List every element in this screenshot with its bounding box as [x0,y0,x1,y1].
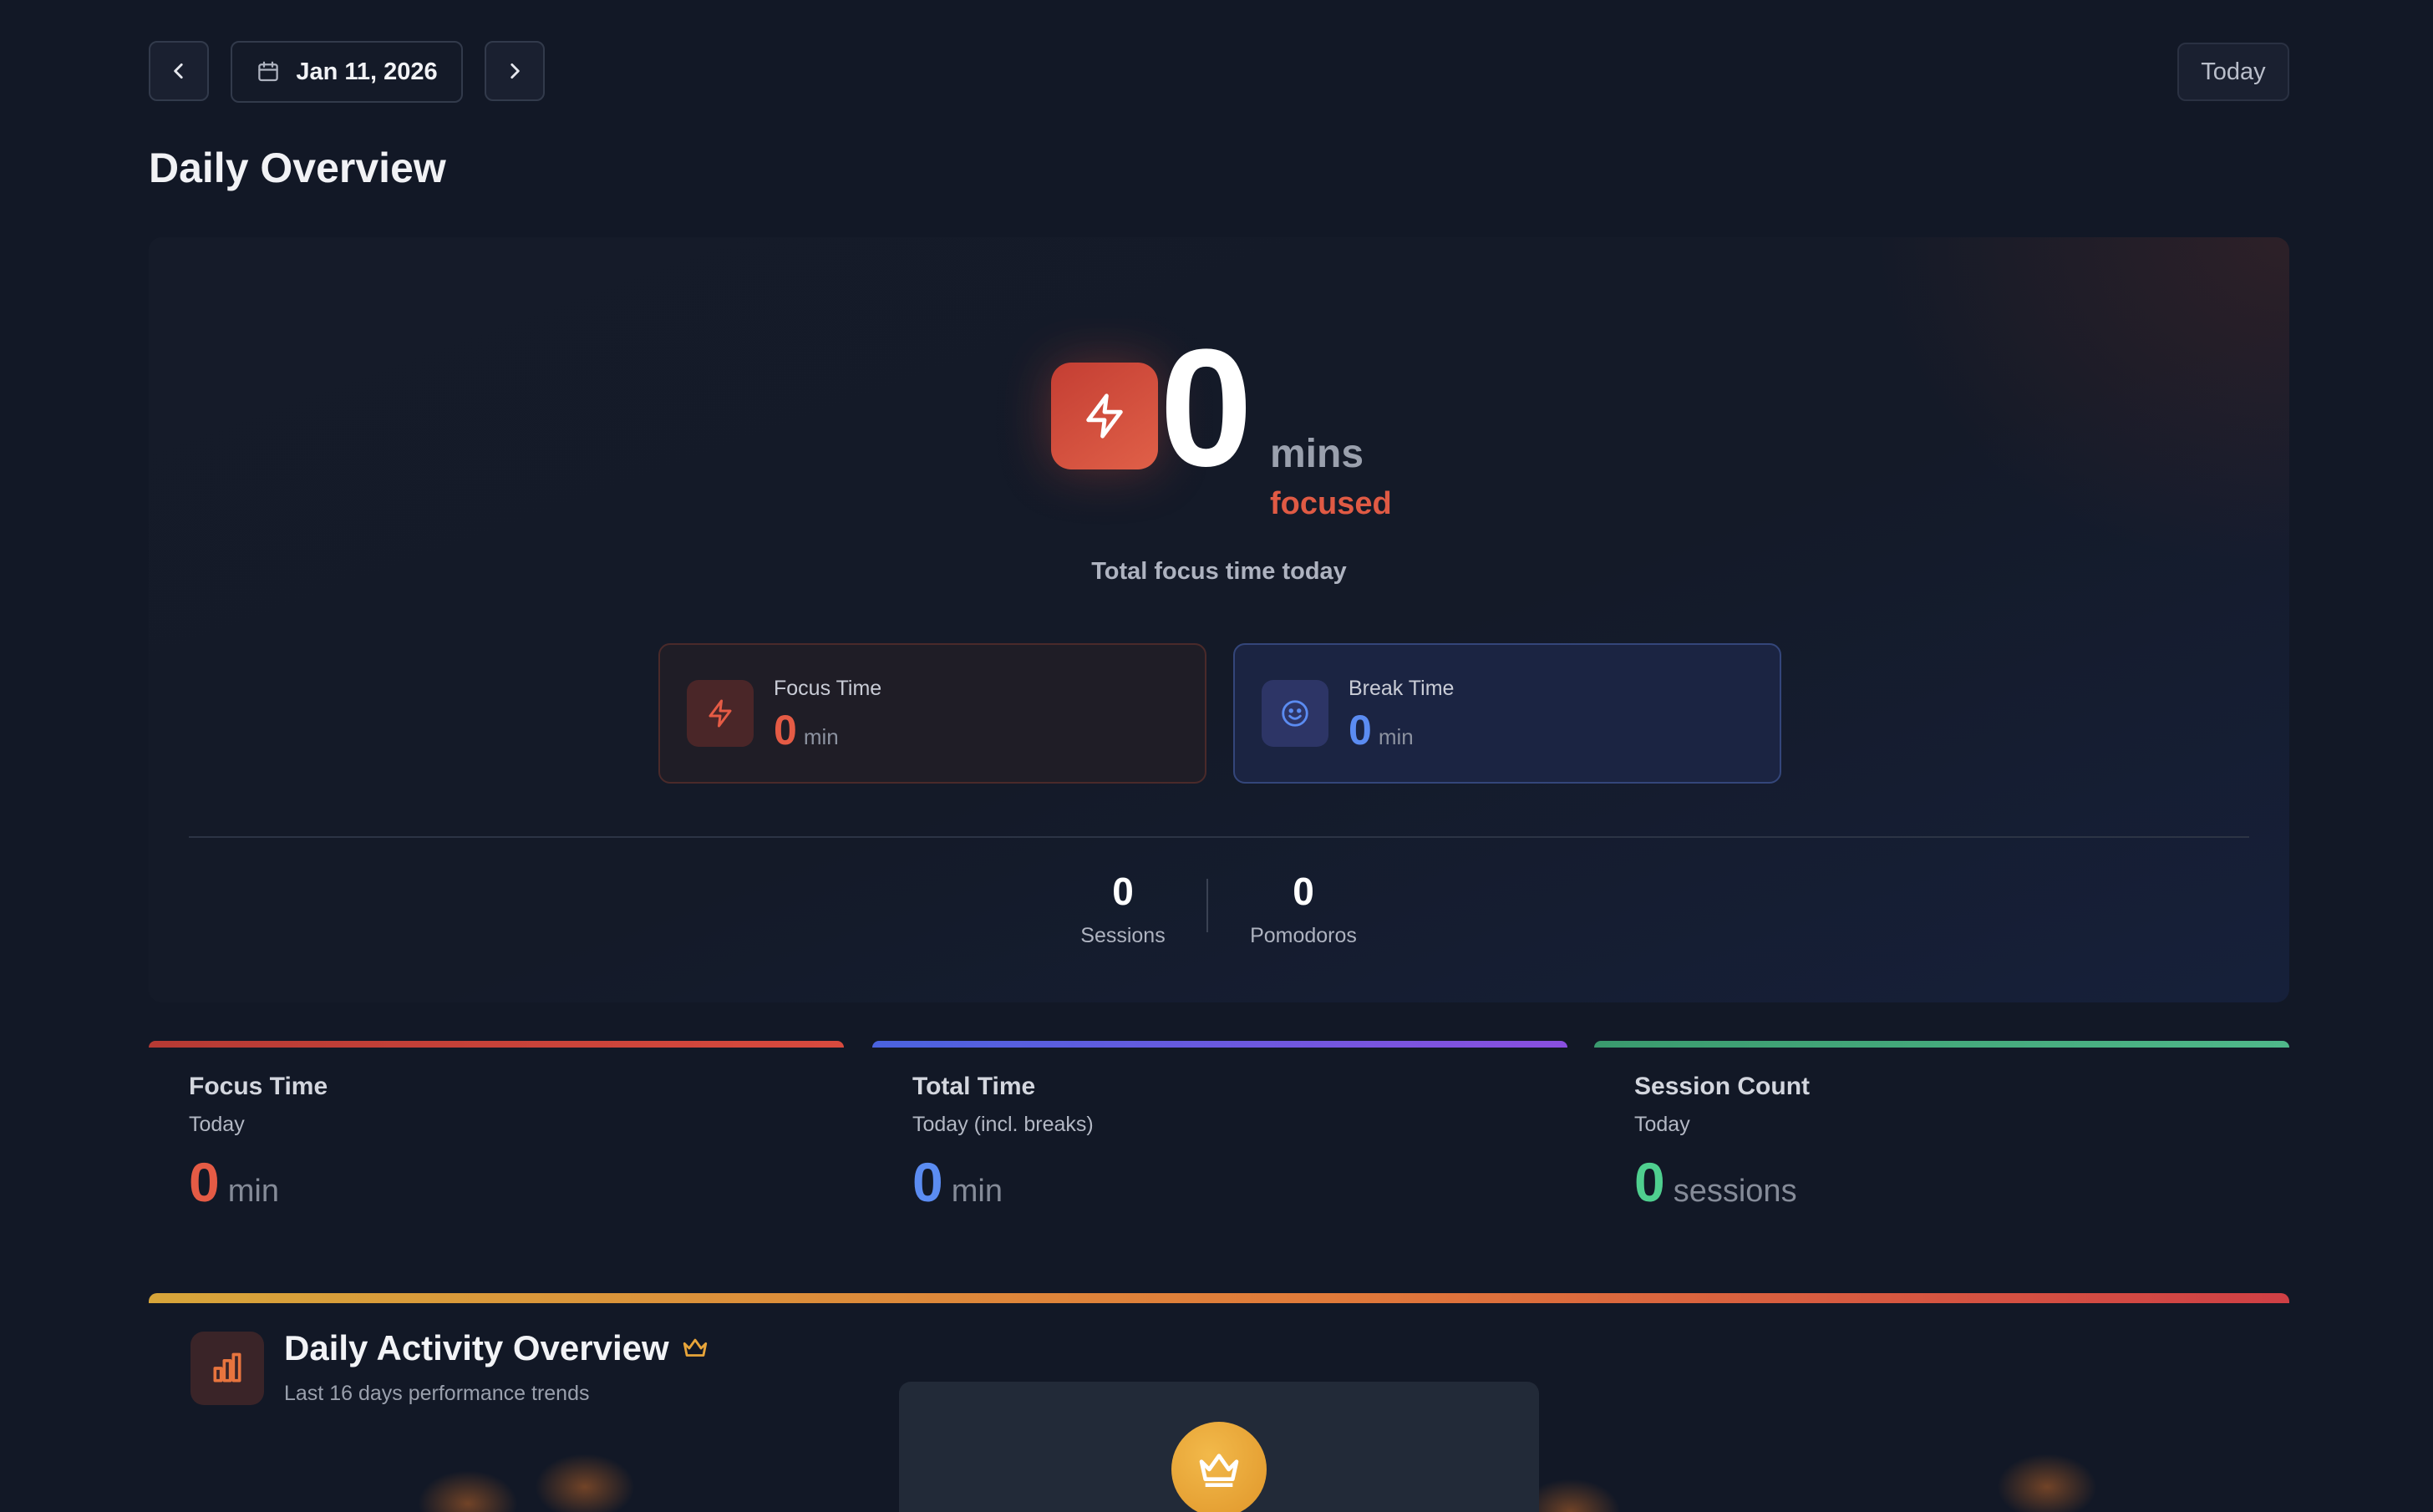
focus-card-value: 0 [774,706,797,753]
decorative-glow [1997,1454,2097,1512]
hero-divider [189,836,2249,838]
metric-value: 0 [189,1151,220,1213]
page-title: Daily Overview [149,145,446,191]
break-card-value: 0 [1349,706,1372,753]
decorative-glow [535,1454,635,1512]
activity-title-text: Daily Activity Overview [284,1328,669,1367]
hero-lightning-badge [1051,363,1158,469]
decorative-glow [418,1470,518,1512]
hero-caption: Total focus time today [1091,558,1347,585]
sessions-value: 0 [1112,870,1134,913]
sessions-label: Sessions [1080,924,1166,947]
total-focus-unit: mins [1270,432,1364,476]
metric-title: Session Count [1634,1073,1811,1100]
metric-accent-bar [149,1041,844,1048]
focus-time-card: Focus Time 0 min [658,643,1206,784]
total-focus-value: 0 [1160,315,1253,501]
metric-unit: min [227,1174,279,1209]
pomodoros-label: Pomodoros [1250,924,1357,947]
crown-icon [1199,1454,1239,1487]
focus-card-unit: min [803,723,839,749]
metric-unit: min [951,1174,1003,1209]
stat-separator [1206,879,1208,932]
session-count-metric-card: Session Count Today 0 sessions [1594,1041,2289,1258]
pomodoros-stat: 0 Pomodoros [1220,869,1387,948]
daily-overview-page: Jan 11, 2026 Today Daily Overview 0 mins… [0,0,2433,1512]
activity-title: Daily Activity Overview [284,1328,709,1368]
break-card-icon-badge [1262,680,1328,747]
metric-value: 0 [912,1151,943,1213]
previous-day-button[interactable] [149,41,209,101]
focus-card-label: Focus Time [774,676,882,700]
chevron-right-icon [510,63,520,79]
focus-time-metric-card: Focus Time Today 0 min [149,1041,844,1258]
metric-value: 0 [1634,1151,1665,1213]
chevron-left-icon [174,63,183,79]
metric-title: Focus Time [189,1073,328,1100]
focus-summary-card: 0 mins focused Total focus time today Fo… [149,237,2289,1002]
focus-card-icon-badge [687,680,754,747]
metric-title: Total Time [912,1073,1036,1100]
metric-unit: sessions [1673,1174,1797,1209]
date-label: Jan 11, 2026 [296,58,438,85]
bar-chart-icon [213,1352,241,1383]
break-card-unit: min [1378,723,1414,749]
metric-accent-bar [1594,1041,2289,1048]
lightning-icon [1086,393,1123,439]
calendar-icon [258,61,279,82]
metric-accent-bar [872,1041,1567,1048]
next-day-button[interactable] [485,41,545,101]
activity-accent-bar [149,1293,2289,1303]
today-button[interactable]: Today [2177,43,2289,101]
date-picker-button[interactable]: Jan 11, 2026 [231,41,463,103]
pomodoros-value: 0 [1293,870,1314,913]
crown-badge [1171,1422,1267,1512]
metric-subtitle: Today (incl. breaks) [912,1113,1094,1136]
activity-icon-badge [190,1332,264,1405]
today-button-label: Today [2201,58,2266,85]
metric-subtitle: Today [1634,1113,1690,1136]
sessions-stat: 0 Sessions [1039,869,1206,948]
lightning-icon [709,699,732,728]
activity-subtitle: Last 16 days performance trends [284,1382,590,1405]
break-card-label: Break Time [1349,676,1455,700]
total-time-metric-card: Total Time Today (incl. breaks) 0 min [872,1041,1567,1258]
metric-subtitle: Today [189,1113,245,1136]
smiley-icon [1282,700,1308,727]
focus-status-label: focused [1270,486,1392,521]
crown-icon [683,1338,707,1357]
break-time-card: Break Time 0 min [1233,643,1781,784]
